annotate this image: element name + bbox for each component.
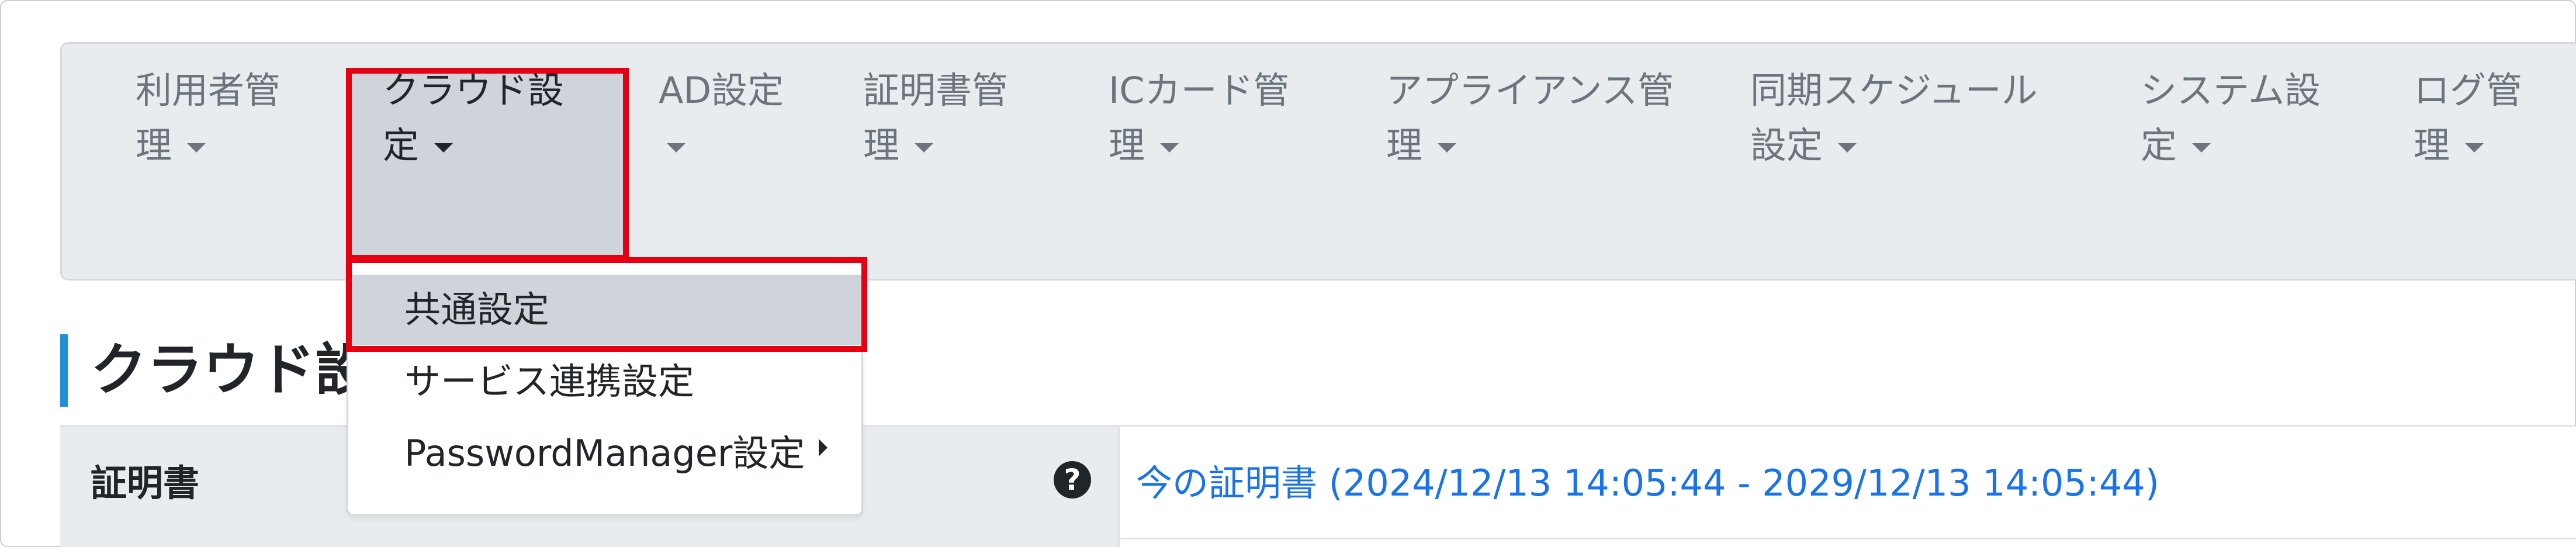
heading-accent-bar — [60, 334, 68, 407]
help-icon[interactable]: ? — [1054, 461, 1091, 498]
nav-item-label: アプライアンス管 — [1386, 69, 1674, 112]
nav-item-appliance-management[interactable]: アプライアンス管 理 — [1386, 63, 1674, 173]
nav-item-system-settings[interactable]: システム設 定 — [2141, 63, 2321, 173]
caret-down-icon — [187, 143, 206, 153]
nav-item-label: システム設 — [2141, 69, 2321, 112]
dropdown-item-label: PasswordManager設定 — [404, 432, 805, 475]
nav-item-ic-card-management[interactable]: ICカード管 理 — [1109, 63, 1290, 173]
nav-item-label: ログ管 — [2414, 69, 2523, 112]
nav-item-label: 理 — [1386, 124, 1423, 167]
nav-item-label: 定 — [2141, 124, 2177, 167]
dropdown-item-passwordmanager-settings[interactable]: PasswordManager設定 — [348, 418, 861, 489]
nav-item-label: 利用者管 — [136, 69, 281, 112]
table-row-label: 証明書 — [91, 462, 200, 504]
nav-item-user-management[interactable]: 利用者管 理 — [136, 63, 281, 173]
nav-item-label: 同期スケジュール — [1750, 69, 2038, 112]
nav-item-sync-schedule-settings[interactable]: 同期スケジュール 設定 — [1750, 63, 2038, 173]
nav-item-label: 証明書管 — [863, 69, 1009, 112]
nav-item-label: 理 — [1109, 124, 1145, 167]
dropdown-item-service-integration-settings[interactable]: サービス連携設定 — [348, 347, 861, 417]
caret-down-icon — [2192, 143, 2211, 153]
page-title: クラウド設 — [91, 337, 371, 403]
highlight-box-nav-cloud-settings — [346, 68, 629, 261]
highlight-box-common-settings — [346, 257, 867, 352]
nav-item-label: 設定 — [1750, 124, 1823, 167]
caret-down-icon — [2465, 143, 2484, 153]
caret-down-icon — [1160, 143, 1179, 153]
caret-down-icon — [1438, 143, 1457, 153]
nav-item-label: ICカード管 — [1109, 69, 1290, 112]
current-certificate-link[interactable]: 今の証明書 (2024/12/13 14:05:44 - 2029/12/13 … — [1136, 457, 2159, 510]
caret-right-icon — [819, 439, 828, 456]
caret-down-icon — [915, 143, 934, 153]
nav-item-label: 理 — [2414, 124, 2450, 167]
nav-item-log-management[interactable]: ログ管 理 — [2414, 63, 2522, 173]
caret-down-icon — [1838, 143, 1857, 153]
nav-item-label: 理 — [863, 124, 900, 167]
dropdown-item-label: サービス連携設定 — [404, 360, 695, 403]
nav-item-ad-settings[interactable]: AD設定 — [659, 63, 784, 173]
nav-item-certificate-management[interactable]: 証明書管 理 — [863, 63, 1008, 173]
caret-down-icon — [667, 143, 685, 153]
nav-item-label: AD設定 — [659, 69, 784, 112]
nav-item-label: 理 — [136, 124, 172, 167]
